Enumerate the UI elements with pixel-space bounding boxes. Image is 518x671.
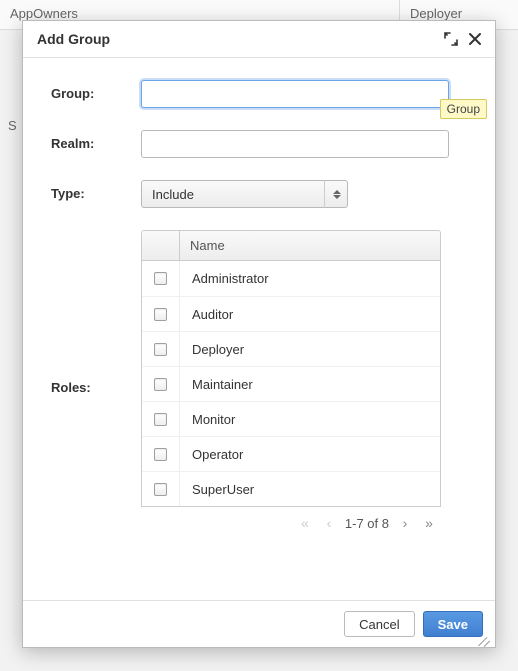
roles-table-body: Administrator Auditor Deployer Main xyxy=(142,261,440,506)
save-button-label: Save xyxy=(438,617,468,632)
table-row: Maintainer xyxy=(142,366,440,401)
pager-text: 1-7 of 8 xyxy=(345,516,389,531)
role-checkbox[interactable] xyxy=(154,483,167,496)
modal-footer: Cancel Save xyxy=(23,600,495,647)
table-row: Monitor xyxy=(142,401,440,436)
modal-header-icons xyxy=(443,31,483,47)
role-name: Administrator xyxy=(180,262,440,295)
role-name: Auditor xyxy=(180,298,440,331)
role-name: Deployer xyxy=(180,333,440,366)
add-group-modal: Add Group Group: Group Realm: xyxy=(22,20,496,648)
role-checkbox[interactable] xyxy=(154,343,167,356)
role-checkbox[interactable] xyxy=(154,272,167,285)
table-row: Administrator xyxy=(142,261,440,296)
roles-header-name: Name xyxy=(180,231,440,260)
role-name: SuperUser xyxy=(180,473,440,506)
modal-body: Group: Group Realm: Type: Include xyxy=(23,58,495,600)
pager-prev-icon[interactable]: ‹ xyxy=(321,515,337,531)
modal-title: Add Group xyxy=(37,31,443,47)
type-select-value: Include xyxy=(152,187,194,202)
group-tooltip: Group xyxy=(440,99,487,119)
role-checkbox[interactable] xyxy=(154,413,167,426)
field-realm xyxy=(141,130,467,158)
cancel-button-label: Cancel xyxy=(359,617,399,632)
role-name: Monitor xyxy=(180,403,440,436)
field-group: Group xyxy=(141,80,467,108)
field-type: Include xyxy=(141,180,467,208)
roles-header-check-col xyxy=(142,231,180,260)
realm-input[interactable] xyxy=(141,130,449,158)
pager-first-icon[interactable]: « xyxy=(297,515,313,531)
modal-header: Add Group xyxy=(23,21,495,58)
label-roles: Roles: xyxy=(51,230,141,395)
save-button[interactable]: Save xyxy=(423,611,483,637)
roles-pager: « ‹ 1-7 of 8 › » xyxy=(141,507,441,531)
pager-last-icon[interactable]: » xyxy=(421,515,437,531)
label-realm: Realm: xyxy=(51,130,141,151)
roles-table-header: Name xyxy=(142,231,440,261)
table-row: Deployer xyxy=(142,331,440,366)
bg-truncated-text: S xyxy=(8,118,17,133)
label-group: Group: xyxy=(51,80,141,101)
table-row: Auditor xyxy=(142,296,440,331)
roles-table: Name Administrator Auditor xyxy=(141,230,441,507)
role-name: Maintainer xyxy=(180,368,440,401)
table-row: SuperUser xyxy=(142,471,440,506)
form-row-group: Group: Group xyxy=(51,80,467,108)
resize-handle[interactable] xyxy=(481,633,493,645)
role-name: Operator xyxy=(180,438,440,471)
form-row-realm: Realm: xyxy=(51,130,467,158)
form-row-roles: Roles: Name Administrator Aud xyxy=(51,230,467,531)
role-checkbox[interactable] xyxy=(154,448,167,461)
table-row: Operator xyxy=(142,436,440,471)
field-roles: Name Administrator Auditor xyxy=(141,230,467,531)
form-row-type: Type: Include xyxy=(51,180,467,208)
pager-next-icon[interactable]: › xyxy=(397,515,413,531)
cancel-button[interactable]: Cancel xyxy=(344,611,414,637)
role-checkbox[interactable] xyxy=(154,308,167,321)
group-input[interactable] xyxy=(141,80,449,108)
type-select[interactable]: Include xyxy=(141,180,348,208)
close-icon[interactable] xyxy=(467,31,483,47)
expand-icon[interactable] xyxy=(443,31,459,47)
label-type: Type: xyxy=(51,180,141,201)
role-checkbox[interactable] xyxy=(154,378,167,391)
